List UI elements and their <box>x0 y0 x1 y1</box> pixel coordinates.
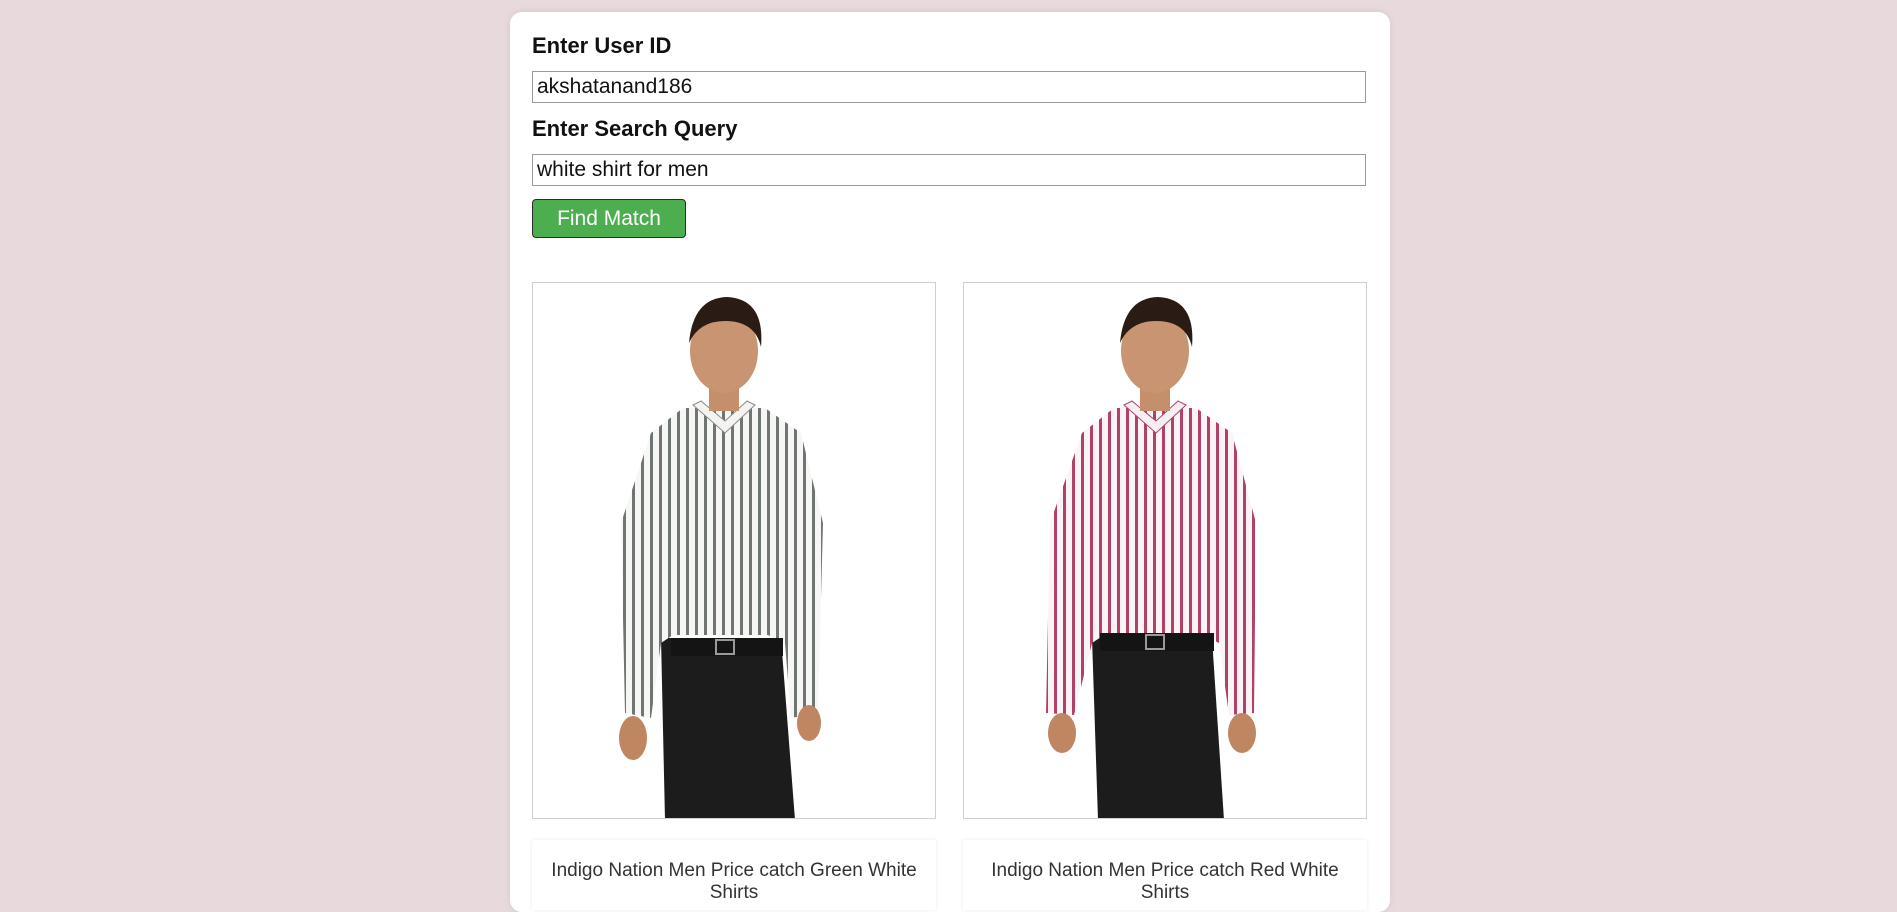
search-query-input[interactable] <box>532 154 1366 186</box>
result-caption-1: Indigo Nation Men Price catch Green Whit… <box>532 840 936 910</box>
user-id-input[interactable] <box>532 71 1366 103</box>
striped-shirt-model-image <box>619 297 823 818</box>
result-caption-2: Indigo Nation Men Price catch Red White … <box>963 840 1367 910</box>
result-image-2[interactable] <box>963 282 1367 819</box>
find-match-button[interactable]: Find Match <box>532 199 686 238</box>
user-id-label: Enter User ID <box>532 33 672 58</box>
result-image-1[interactable] <box>532 282 936 819</box>
search-query-label: Enter Search Query <box>532 116 738 141</box>
striped-shirt-model-image <box>1046 297 1256 818</box>
search-panel: Enter User ID Enter Search Query Find Ma… <box>510 12 1390 912</box>
